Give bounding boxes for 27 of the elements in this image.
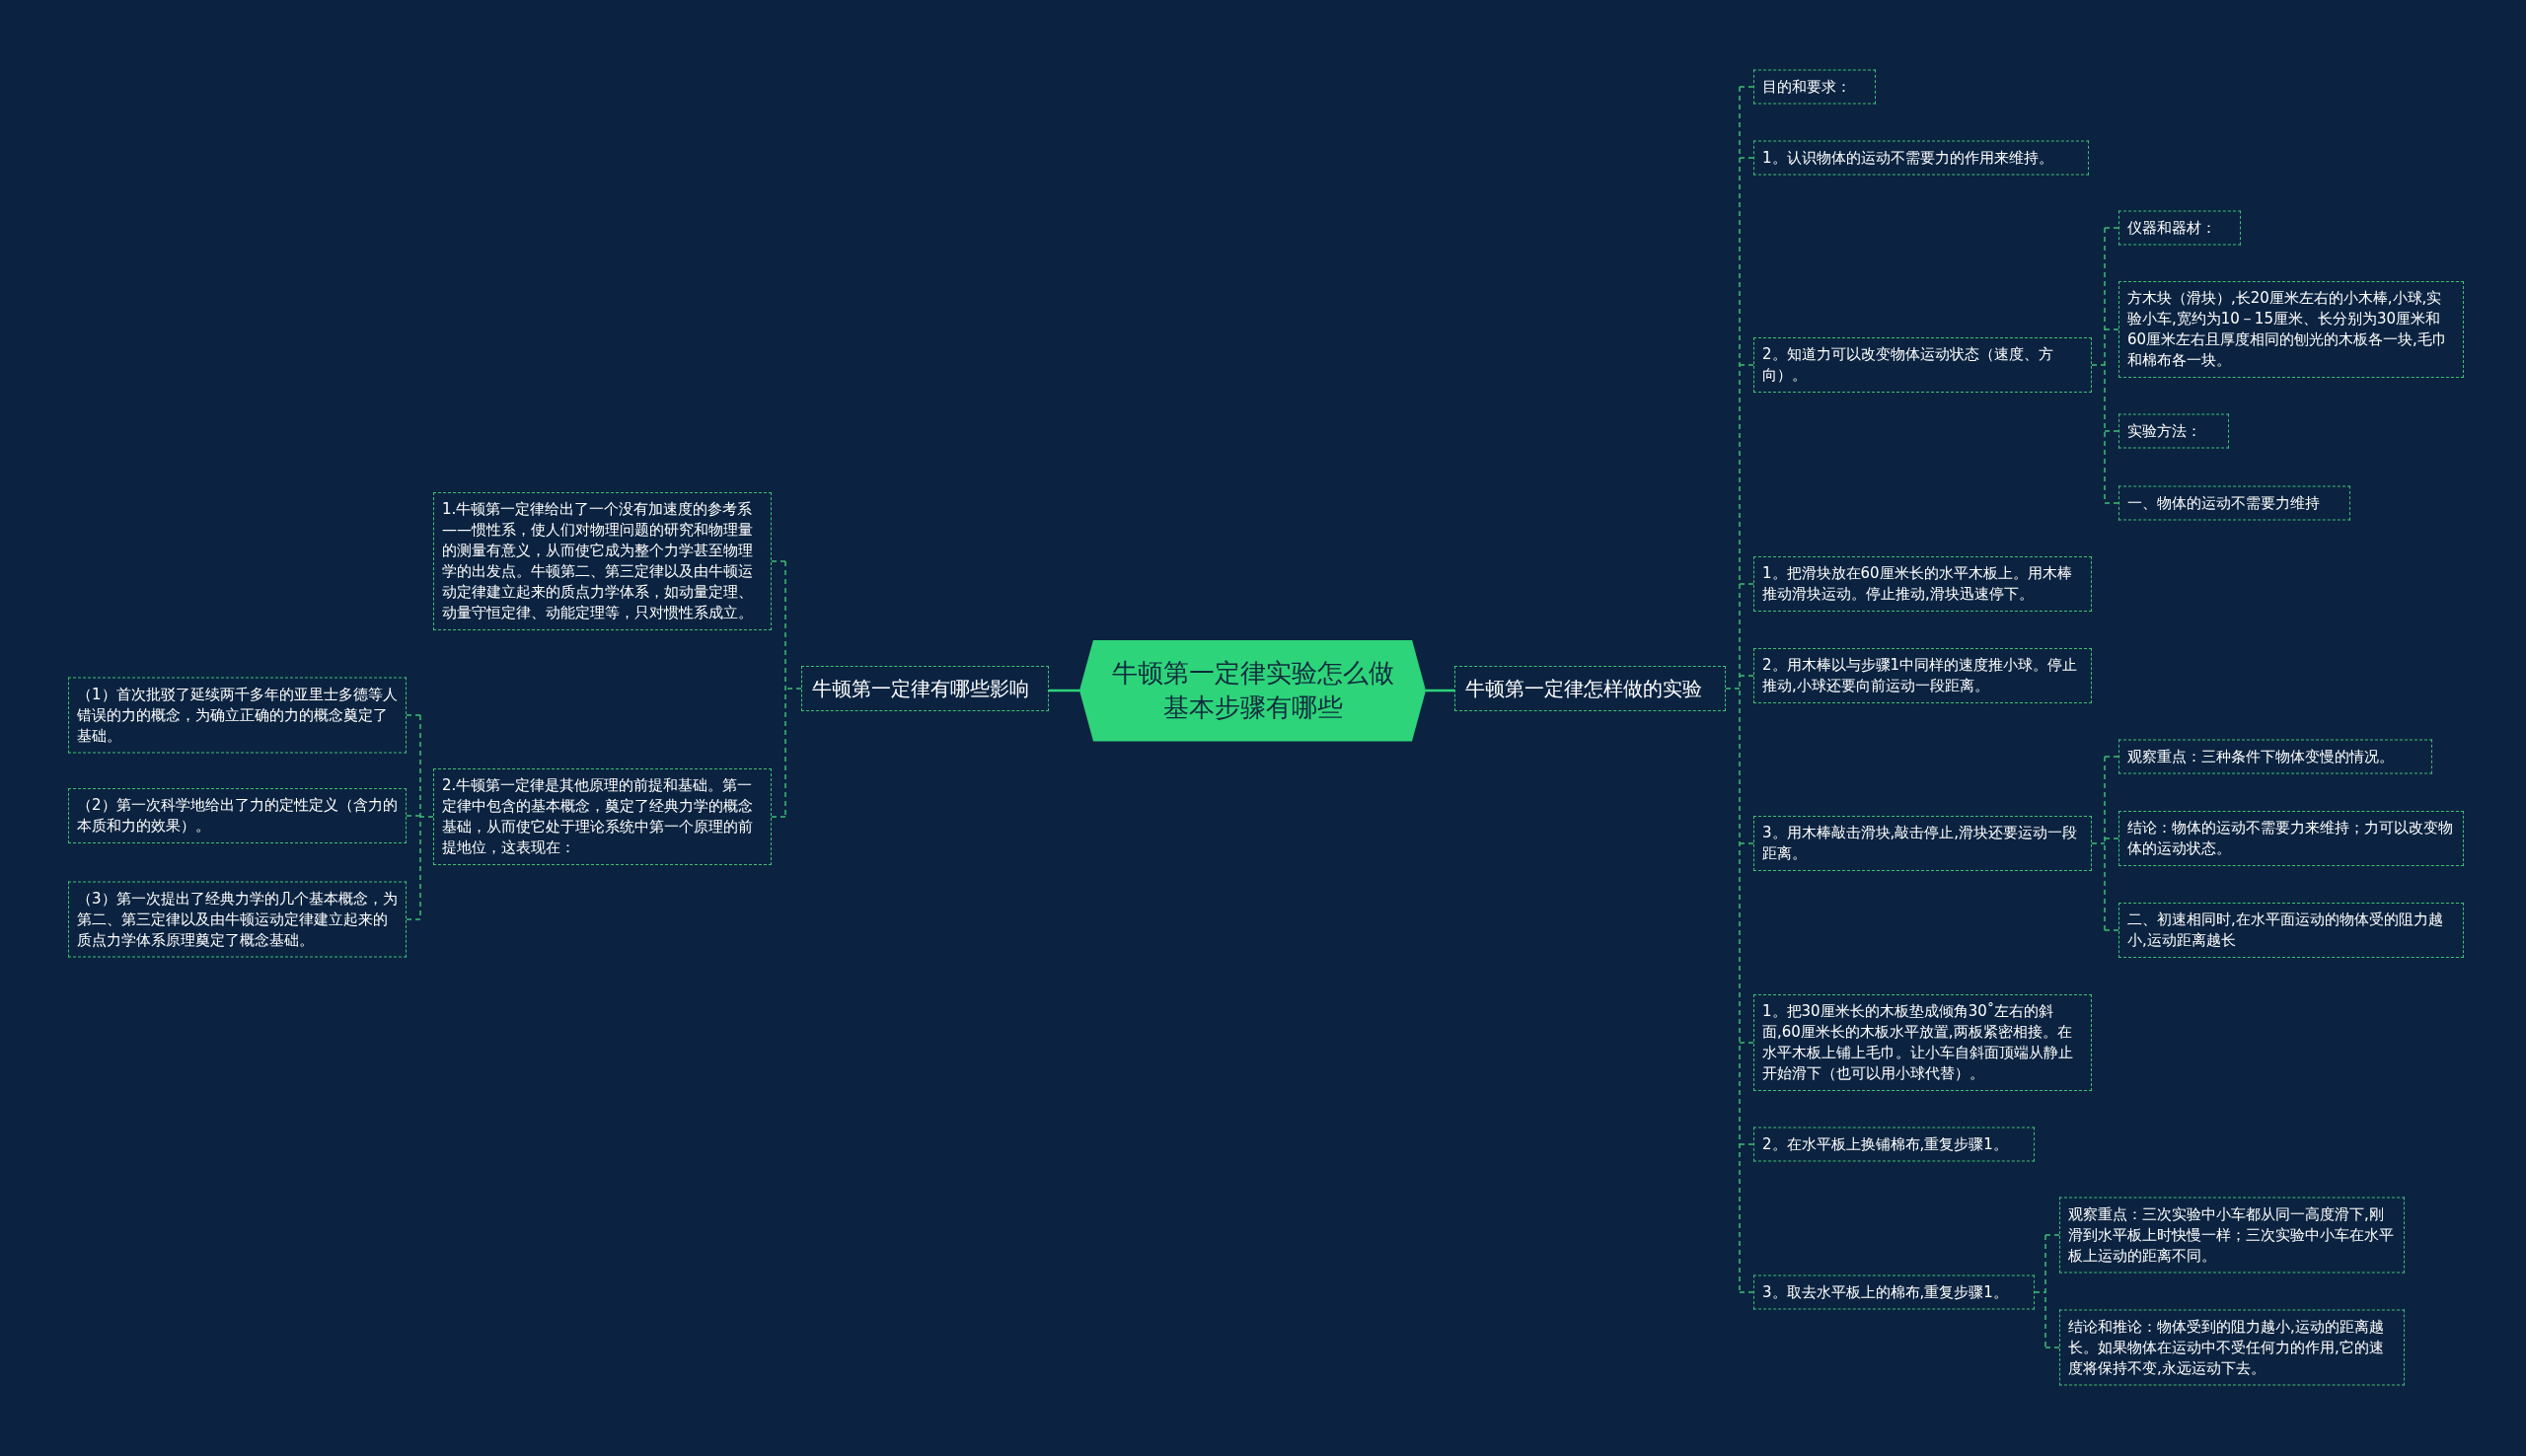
topic-node: 2。用木棒以与步骤1中同样的速度推小球。停止推动,小球还要向前运动一段距离。 <box>1753 648 2092 703</box>
topic-node: 牛顿第一定律怎样做的实验 <box>1454 666 1726 711</box>
topic-node: 1。认识物体的运动不需要力的作用来维持。 <box>1753 140 2089 176</box>
topic-node: 2.牛顿第一定律是其他原理的前提和基础。第一定律中包含的基本概念，奠定了经典力学的概念基础，从而使它处于理论系统中第一个原理的前提地位，这表现在： <box>433 768 772 865</box>
topic-node: （2）第一次科学地给出了力的定性定义（含力的本质和力的效果）。 <box>68 788 407 843</box>
topic-node: 3。取去水平板上的棉布,重复步骤1。 <box>1753 1274 2035 1310</box>
topic-node: 牛顿第一定律有哪些影响 <box>801 666 1049 711</box>
topic-node: 1.牛顿第一定律给出了一个没有加速度的参考系——惯性系，使人们对物理问题的研究和物理量的测量有意义，从而使它成为整个力学甚至物理学的出发点。牛顿第二、第三定律以及由牛顿运动定律建立起来的质点力学体系，如动量定理、动量守恒定律、动能定理等，只对惯性系成立。 <box>433 492 772 630</box>
topic-node: 2。在水平板上换铺棉布,重复步骤1。 <box>1753 1127 2035 1162</box>
topic-node: 目的和要求： <box>1753 69 1876 105</box>
topic-node: 结论：物体的运动不需要力来维持；力可以改变物体的运动状态。 <box>2118 811 2464 866</box>
topic-node: 观察重点：三种条件下物体变慢的情况。 <box>2118 739 2432 774</box>
central-topic-line: 基本步骤有哪些 <box>1162 692 1343 724</box>
topic-node: （3）第一次提出了经典力学的几个基本概念，为第二、第三定律以及由牛顿运动定律建立起来的质点力学体系原理奠定了概念基础。 <box>68 881 407 958</box>
topic-node: 1。把滑块放在60厘米长的水平木板上。用木棒推动滑块运动。停止推动,滑块迅速停下。 <box>1753 556 2092 612</box>
topic-node: 二、初速相同时,在水平面运动的物体受的阻力越小,运动距离越长 <box>2118 903 2464 958</box>
topic-node: （1）首次批驳了延续两千多年的亚里士多德等人错误的力的概念，为确立正确的力的概念奠定了基础。 <box>68 677 407 754</box>
topic-node: 观察重点：三次实验中小车都从同一高度滑下,刚滑到水平板上时快慢一样；三次实验中小车在水平板上运动的距离不同。 <box>2059 1197 2405 1274</box>
topic-node: 仪器和器材： <box>2118 210 2241 246</box>
central-topic-line: 牛顿第一定律实验怎么做 <box>1111 656 1394 690</box>
topic-node: 一、物体的运动不需要力维持 <box>2118 485 2350 521</box>
topic-node: 结论和推论：物体受到的阻力越小,运动的距离越长。如果物体在运动中不受任何力的作用,它的速度将保持不变,永远运动下去。 <box>2059 1309 2405 1386</box>
topic-node: 1。把30厘米长的木板垫成倾角30˚左右的斜面,60厘米长的木板水平放置,两板紧密相接。在水平木板上铺上毛巾。让小车自斜面顶端从静止开始滑下（也可以用小球代替）。 <box>1753 994 2092 1091</box>
topic-node: 方木块（滑块）,长20厘米左右的小木棒,小球,实验小车,宽约为10－15厘米、长分别为30厘米和60厘米左右且厚度相同的刨光的木板各一块,毛巾和棉布各一块。 <box>2118 281 2464 378</box>
topic-node: 3。用木棒敲击滑块,敲击停止,滑块还要运动一段距离。 <box>1753 816 2092 871</box>
topic-node: 实验方法： <box>2118 413 2229 449</box>
topic-node: 2。知道力可以改变物体运动状态（速度、方向）。 <box>1753 337 2092 393</box>
